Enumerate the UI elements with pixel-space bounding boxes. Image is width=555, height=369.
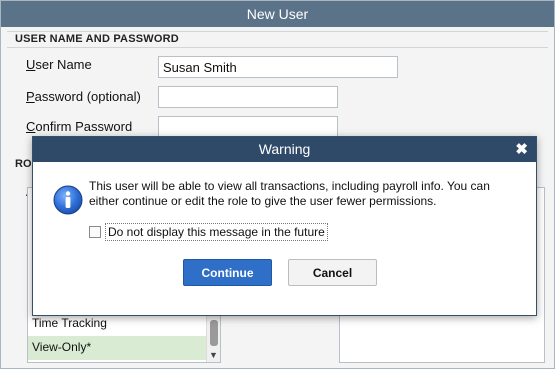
cancel-button[interactable]: Cancel bbox=[288, 259, 377, 286]
confirm-password-input[interactable] bbox=[158, 116, 338, 138]
roles-scroll-thumb[interactable] bbox=[210, 320, 218, 346]
username-label-text: ser Name bbox=[35, 57, 92, 72]
section-divider bbox=[7, 47, 548, 48]
roles-section-title: RO bbox=[15, 158, 32, 170]
app-root: New User USER NAME AND PASSWORD User Nam… bbox=[0, 0, 555, 369]
close-icon[interactable]: ✖ bbox=[515, 137, 528, 162]
roles-item-selected[interactable]: View-Only* bbox=[28, 336, 206, 360]
scroll-down-arrow-icon[interactable]: ▼ bbox=[209, 350, 218, 360]
dialog-title: Warning bbox=[33, 137, 536, 162]
warning-dialog: Warning ✖ This user will be able to view… bbox=[32, 136, 537, 316]
username-label-accesskey: U bbox=[26, 57, 36, 72]
password-label-text: assword (optional) bbox=[34, 89, 141, 104]
do-not-display-label[interactable]: Do not display this message in the futur… bbox=[105, 223, 328, 241]
username-input[interactable]: Susan Smith bbox=[158, 56, 398, 78]
password-label: Password (optional) bbox=[26, 89, 141, 104]
user-password-section-title: USER NAME AND PASSWORD bbox=[15, 33, 179, 45]
confirm-password-label-accesskey: C bbox=[26, 119, 36, 134]
window-title: New User bbox=[1, 1, 554, 27]
confirm-password-label: Confirm Password bbox=[26, 119, 132, 134]
confirm-password-label-text: onfirm Password bbox=[35, 119, 133, 134]
continue-button[interactable]: Continue bbox=[183, 259, 272, 286]
do-not-display-checkbox[interactable] bbox=[89, 226, 101, 238]
info-icon bbox=[53, 185, 83, 215]
password-input[interactable] bbox=[158, 86, 338, 108]
section-divider bbox=[7, 31, 548, 32]
username-label: User Name bbox=[26, 57, 92, 72]
warning-message: This user will be able to view all trans… bbox=[89, 179, 490, 208]
password-label-accesskey: P bbox=[26, 89, 35, 104]
